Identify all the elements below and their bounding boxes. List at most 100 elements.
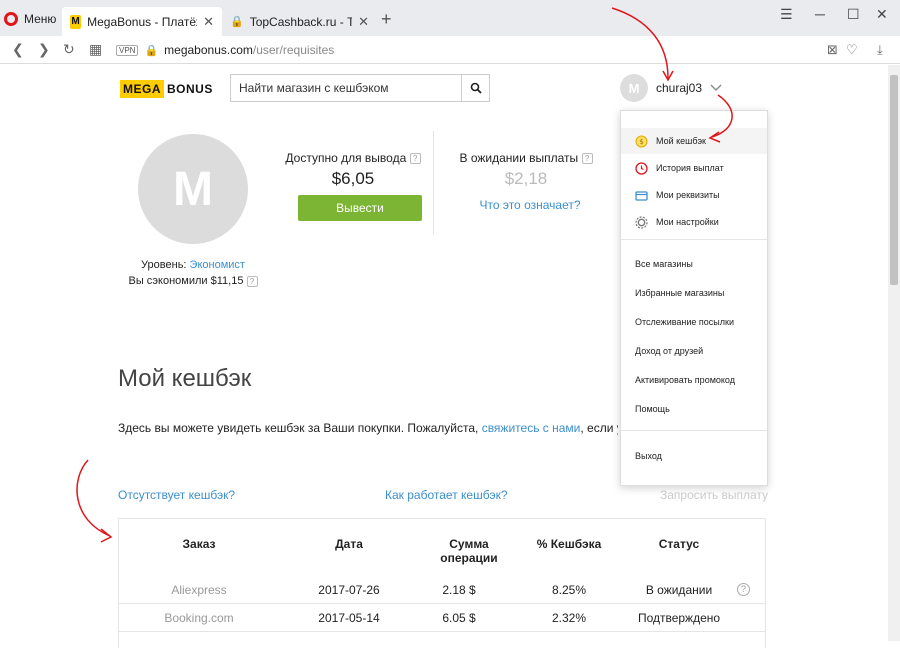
megabonus-favicon-icon: M [70,14,82,29]
menu-item-help[interactable]: Помощь [621,396,767,422]
user-level: Уровень: Экономист [120,259,266,271]
status-help-icon[interactable]: ? [737,583,750,596]
profile-avatar: M [138,134,248,244]
tab-menu-icon[interactable]: ☰ [780,6,793,23]
help-icon[interactable]: ? [409,153,421,165]
menu-item-label: Мои реквизиты [656,190,720,200]
browser-tabbar: Меню M MegaBonus - Платёжные ✕ 🔒 TopCash… [0,0,900,36]
column-header-status: Статус [658,537,700,551]
page-content: MEGABONUS M churaj03 M Уровень: Экономис… [0,65,888,648]
pending-balance: В ожидании выплаты ? $2,18 [456,151,596,189]
search-button[interactable] [461,75,489,101]
opera-menu-button[interactable]: Меню [4,8,56,30]
store-search [230,74,490,102]
speed-dial-icon[interactable]: ▦ [89,41,102,58]
opera-menu-label: Меню [24,12,57,26]
store-name[interactable]: Aliexpress [149,583,249,597]
back-button[interactable]: ❮ [12,41,24,58]
how-cashback-works-link[interactable]: Как работает кешбэк? [385,488,508,502]
download-icon[interactable]: ⤓ [877,42,883,58]
description-tail: , если у [580,421,618,435]
level-link[interactable]: Экономист [190,259,245,271]
forward-button[interactable]: ❯ [38,41,50,58]
menu-item-my-settings[interactable]: Мои настройки [621,209,767,235]
balance-divider [433,131,434,235]
menu-item-favorite-stores[interactable]: Избранные магазины [621,280,767,306]
tab-megabonus[interactable]: M MegaBonus - Платёжные ✕ [62,7,222,36]
reload-button[interactable]: ↻ [63,41,75,58]
pending-value: $2,18 [504,169,548,188]
description-text: Здесь вы можете увидеть кешбэк за Ваши п… [118,421,479,435]
bookmark-heart-icon[interactable]: ♡ [846,42,858,58]
what-means-link[interactable]: Что это означает? [460,198,600,212]
menu-item-my-requisites[interactable]: Мои реквизиты [621,182,767,208]
column-header-sum: Сумма операции [419,537,519,565]
tab-title: MegaBonus - Платёжные [87,14,197,29]
column-header-date: Дата [335,537,363,551]
menu-item-all-stores[interactable]: Все магазины [621,251,767,277]
section-description: Здесь вы можете увидеть кешбэк за Ваши п… [118,421,618,435]
new-tab-button[interactable]: + [381,9,392,30]
url-field[interactable]: VPN 🔒 megabonus.com/user/requisites [116,41,334,59]
available-label: Доступно для вывода [285,151,407,165]
clock-icon [635,161,648,175]
wallet-icon [635,189,648,202]
menu-divider [621,430,767,431]
close-tab-icon[interactable]: ✕ [203,14,214,30]
minimize-button[interactable]: ─ [815,6,825,22]
menu-item-logout[interactable]: Выход [621,443,767,469]
menu-item-payment-history[interactable]: История выплат [621,155,767,181]
secure-lock-icon[interactable]: 🔒 [144,44,158,57]
megabonus-logo[interactable]: MEGA BONUS [120,80,216,98]
menu-item-activate-promo[interactable]: Активировать промокод [621,367,767,393]
maximize-button[interactable]: ☐ [847,6,860,23]
header-sum-line2: операции [440,551,498,565]
store-name[interactable]: Booking.com [149,611,249,625]
adblock-icon[interactable]: ⊠ [827,42,838,58]
withdraw-button[interactable]: Вывести [298,195,422,221]
order-sum: 6.05 $ [442,611,476,625]
gear-icon [635,215,648,229]
cashback-percent: 8.25% [551,583,587,597]
contact-us-link[interactable]: свяжитесь с нами [482,421,581,435]
available-value: $6,05 [331,169,375,188]
url-path: /user/requisites [252,43,335,57]
order-status: Подтверждено [637,611,721,625]
pending-label: В ожидании выплаты [459,151,579,165]
saved-label: Вы сэкономили $11,15 [128,275,244,287]
user-menu-toggle[interactable]: M churaj03 [620,74,722,102]
help-icon[interactable]: ? [246,275,258,287]
address-bar: ❮ ❯ ↻ ▦ VPN 🔒 megabonus.com/user/requisi… [0,36,900,64]
saved-amount: Вы сэкономили $11,15 ? [120,275,266,287]
scrollbar-thumb[interactable] [890,75,898,285]
user-dropdown-menu: $ Мой кешбэк История выплат Мои реквизит… [620,110,768,486]
cashback-icon: $ [635,135,648,148]
order-date: 2017-05-14 [318,611,380,625]
chevron-down-icon [710,84,722,91]
search-input[interactable] [231,75,461,101]
close-tab-icon[interactable]: ✕ [358,14,369,30]
svg-text:$: $ [639,138,643,146]
order-sum: 2.18 $ [442,583,476,597]
request-payment-button[interactable]: Запросить выплату [660,488,768,502]
row-divider [119,603,765,604]
vpn-badge[interactable]: VPN [116,44,139,56]
column-header-percent: % Кешбэка [536,537,602,551]
search-icon [470,82,482,94]
menu-item-my-cashback[interactable]: $ Мой кешбэк [621,128,767,154]
menu-divider [621,239,767,240]
column-header-order: Заказ [182,537,216,551]
missing-cashback-link[interactable]: Отсутствует кешбэк? [118,488,235,502]
username: churaj03 [656,81,703,95]
help-icon[interactable]: ? [581,153,593,165]
tab-topcashback[interactable]: 🔒 TopCashback.ru - Топ луч ✕ [222,7,377,36]
menu-item-friends-income[interactable]: Доход от друзей [621,338,767,364]
menu-item-label: Мои настройки [656,217,719,227]
menu-item-track-parcel[interactable]: Отслеживание посылки [621,309,767,335]
available-balance: Доступно для вывода ? $6,05 [283,151,423,189]
row-divider [119,631,765,632]
level-label: Уровень: [141,259,187,271]
close-window-button[interactable]: ✕ [876,6,888,23]
page-title: Мой кешбэк [118,365,252,392]
order-status: В ожидании [645,583,713,597]
